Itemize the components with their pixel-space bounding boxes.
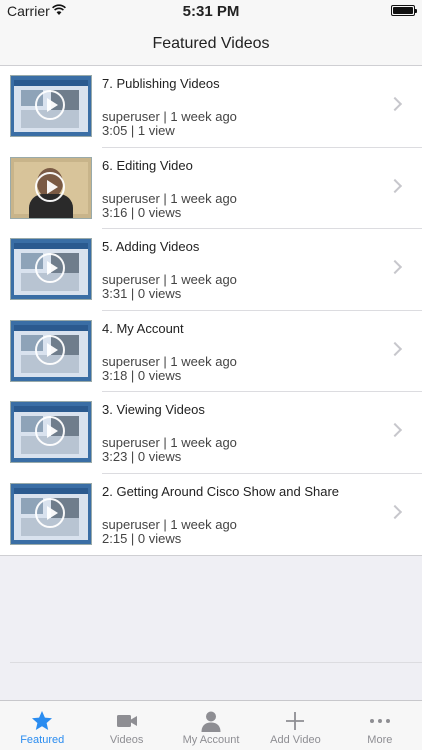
video-author-date: superuser | 1 week ago	[102, 109, 237, 124]
video-thumbnail	[10, 75, 92, 137]
tab-add-video[interactable]: Add Video	[253, 701, 337, 750]
tab-label: Videos	[109, 734, 144, 746]
chevron-right-icon	[387, 504, 403, 519]
play-icon	[35, 334, 65, 365]
video-camera-icon	[116, 715, 137, 727]
video-title: 2. Getting Around Cisco Show and Share	[102, 483, 340, 499]
video-duration-views: 3:18 | 0 views	[102, 367, 182, 383]
play-icon	[35, 497, 65, 528]
video-duration-views: 3:31 | 0 views	[102, 286, 182, 301]
video-duration-views: 3:05 | 1 view	[102, 123, 175, 138]
status-bar: Carrier 5:31 PM	[0, 0, 422, 22]
more-dots-icon	[369, 719, 390, 723]
video-thumbnail	[10, 156, 92, 219]
tab-videos[interactable]: Videos	[84, 701, 168, 750]
video-title: 3. Viewing Videos	[102, 402, 205, 417]
video-duration-views: 2:15 | 0 views	[102, 530, 182, 546]
video-title: 5. Adding Videos	[102, 239, 200, 254]
tab-label: Add Video	[270, 734, 321, 746]
chevron-right-icon	[387, 96, 403, 112]
video-row[interactable]: 3. Viewing Videos superuser | 1 week ago…	[0, 392, 422, 474]
video-title: 4. My Account	[102, 320, 184, 336]
tab-my-account[interactable]: My Account	[169, 701, 253, 750]
play-icon	[35, 90, 65, 120]
video-thumbnail	[10, 319, 92, 382]
video-duration-views: 3:16 | 0 views	[102, 204, 182, 220]
star-icon	[32, 711, 53, 730]
video-list: 7. Publishing Videos superuser | 1 week …	[0, 66, 422, 556]
tab-label: Featured	[20, 734, 65, 746]
tab-bar: Featured Videos My Account Add Video Mor…	[0, 700, 422, 750]
video-title: 6. Editing Video	[102, 157, 193, 173]
play-icon	[35, 171, 65, 202]
chevron-right-icon	[387, 422, 403, 438]
tab-label: My Account	[182, 734, 240, 746]
video-title: 7. Publishing Videos	[102, 76, 220, 91]
video-thumbnail	[10, 482, 92, 545]
chevron-right-icon	[387, 341, 403, 356]
video-author-date: superuser | 1 week ago	[102, 353, 237, 369]
video-thumbnail	[10, 238, 92, 300]
video-row[interactable]: 6. Editing Video superuser | 1 week ago …	[0, 148, 422, 229]
page-title: Featured Videos	[152, 35, 270, 52]
battery-icon	[391, 5, 417, 16]
plus-icon	[286, 712, 305, 730]
chevron-right-icon	[387, 259, 403, 275]
tab-more[interactable]: More	[338, 701, 422, 750]
play-icon	[35, 253, 65, 283]
tab-featured[interactable]: Featured	[0, 701, 84, 750]
video-row[interactable]: 7. Publishing Videos superuser | 1 week …	[0, 66, 422, 148]
video-duration-views: 3:23 | 0 views	[102, 449, 182, 464]
video-row[interactable]: 5. Adding Videos superuser | 1 week ago …	[0, 229, 422, 311]
video-author-date: superuser | 1 week ago	[102, 272, 237, 287]
video-row[interactable]: 4. My Account superuser | 1 week ago 3:1…	[0, 311, 422, 392]
video-author-date: superuser | 1 week ago	[102, 190, 237, 206]
video-row[interactable]: 2. Getting Around Cisco Show and Share s…	[0, 474, 422, 556]
chevron-right-icon	[387, 178, 403, 193]
video-author-date: superuser | 1 week ago	[102, 516, 237, 532]
list-divider	[10, 662, 422, 663]
tab-label: More	[367, 734, 393, 746]
status-time: 5:31 PM	[182, 3, 240, 20]
navigation-bar: Featured Videos	[0, 22, 422, 66]
video-thumbnail	[10, 401, 92, 463]
video-author-date: superuser | 1 week ago	[102, 435, 237, 450]
person-icon	[201, 711, 221, 732]
play-icon	[35, 416, 65, 446]
